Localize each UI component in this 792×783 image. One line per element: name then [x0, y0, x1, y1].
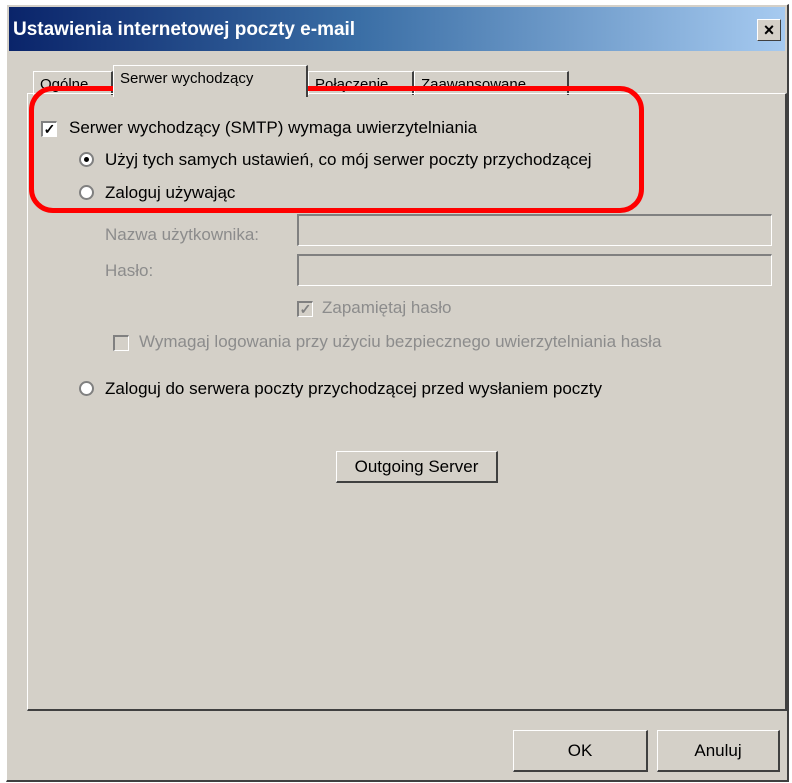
login-before-send-label[interactable]: Zaloguj do serwera poczty przychodzącej … [105, 379, 602, 399]
password-label: Hasło: [105, 261, 154, 280]
username-label: Nazwa użytkownika: [105, 225, 260, 244]
remember-password-checkbox[interactable]: ✓ [297, 301, 313, 317]
smtp-auth-label[interactable]: Serwer wychodzący (SMTP) wymaga uwierzyt… [69, 118, 477, 138]
smtp-auth-checkbox[interactable]: ✓ [41, 121, 57, 137]
password-input[interactable] [297, 254, 772, 286]
use-same-settings-radio[interactable] [79, 152, 94, 167]
spa-label[interactable]: Wymagaj logowania przy użyciu bezpieczne… [139, 332, 661, 352]
tab-outgoing-server[interactable]: Serwer wychodzący [113, 65, 308, 97]
login-before-send-radio[interactable] [79, 381, 94, 396]
outgoing-server-button[interactable]: Outgoing Server [336, 451, 498, 483]
cancel-button[interactable]: Anuluj [657, 730, 780, 772]
use-same-settings-label[interactable]: Użyj tych samych ustawień, co mój serwer… [105, 150, 592, 170]
close-button[interactable]: × [757, 19, 781, 41]
tab-advanced[interactable]: Zaawansowane [414, 71, 569, 95]
tab-general[interactable]: Ogólne [33, 71, 113, 95]
title-bar[interactable]: Ustawienia internetowej poczty e-mail × [9, 7, 785, 51]
login-using-label[interactable]: Zaloguj używając [105, 183, 235, 203]
login-using-radio[interactable] [79, 185, 94, 200]
email-settings-dialog: Ustawienia internetowej poczty e-mail × … [6, 4, 789, 782]
tab-connection[interactable]: Połączenie [308, 71, 414, 95]
username-input[interactable] [297, 214, 772, 246]
ok-button[interactable]: OK [513, 730, 648, 772]
remember-password-label[interactable]: Zapamiętaj hasło [322, 298, 451, 318]
close-icon: × [763, 20, 775, 40]
spa-checkbox[interactable] [113, 335, 129, 351]
dialog-title: Ustawienia internetowej poczty e-mail [13, 19, 356, 40]
